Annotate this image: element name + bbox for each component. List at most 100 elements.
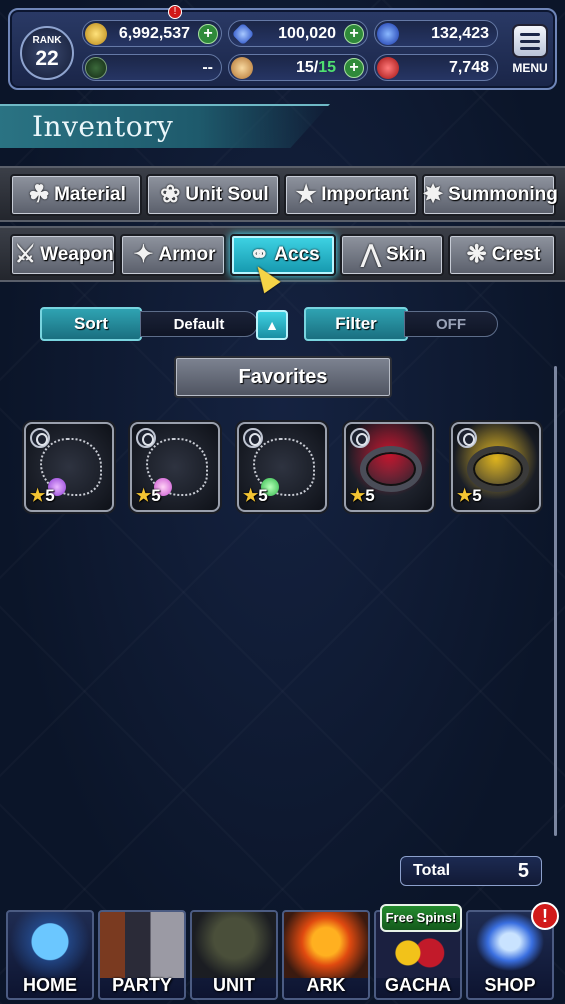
stamina-counter: 15/15 + bbox=[228, 54, 368, 81]
accessory-item[interactable]: ★5 bbox=[451, 422, 541, 512]
total-label: Total bbox=[413, 862, 451, 879]
menu-button[interactable]: MENU bbox=[508, 24, 552, 84]
sort-value-text: Default bbox=[173, 315, 225, 333]
nav-label: HOME bbox=[23, 975, 77, 995]
accessory-item[interactable]: ★5 bbox=[237, 422, 327, 512]
nav-unit[interactable]: UNIT bbox=[190, 910, 278, 1000]
tab-material[interactable]: ☘ Material bbox=[10, 174, 142, 216]
star-icon: ★ bbox=[295, 181, 317, 208]
tab-label: Material bbox=[54, 184, 126, 205]
stamina-icon bbox=[231, 56, 253, 79]
add-stamina-button[interactable]: + bbox=[344, 57, 364, 78]
stamina-current: 15 bbox=[295, 58, 314, 76]
rarity-badge: ★5 bbox=[457, 486, 482, 506]
accessory-item[interactable]: ★5 bbox=[344, 422, 434, 512]
shop-alert-icon: ! bbox=[531, 902, 559, 930]
filter-label: Filter bbox=[335, 314, 377, 333]
rarity-badge: ★5 bbox=[243, 486, 268, 506]
tab-accs[interactable]: ⚭ Accs bbox=[230, 234, 336, 276]
menu-icon bbox=[512, 24, 548, 58]
tab-important[interactable]: ★ Important bbox=[284, 174, 418, 216]
favorites-button[interactable]: Favorites bbox=[174, 356, 392, 398]
category-tabs-primary: ☘ Material ❀ Unit Soul ★ Important ✸ Sum… bbox=[0, 166, 565, 222]
nav-home[interactable]: HOME bbox=[6, 910, 94, 1000]
sword-icon: ⚔ bbox=[14, 241, 36, 268]
nav-ark[interactable]: ARK bbox=[282, 910, 370, 1000]
tab-label: Skin bbox=[385, 244, 427, 265]
summon-icon: ✸ bbox=[423, 181, 444, 208]
star-icon: ★ bbox=[350, 486, 366, 505]
stamina-max: 15 bbox=[318, 58, 336, 76]
accessory-item[interactable]: ★5 bbox=[130, 422, 220, 512]
rarity-badge: ★5 bbox=[350, 486, 375, 506]
blue-currency-value: 132,423 bbox=[431, 24, 489, 42]
sort-direction-button[interactable]: ▲ bbox=[256, 310, 288, 340]
tab-label: Summoning bbox=[448, 184, 558, 205]
free-spins-badge: Free Spins! bbox=[380, 904, 462, 932]
red-currency-value: 7,748 bbox=[448, 58, 489, 76]
tab-weapon[interactable]: ⚔ Weapon bbox=[10, 234, 116, 276]
guild-counter: -- bbox=[82, 54, 222, 81]
nav-label: GACHA bbox=[385, 975, 451, 995]
guild-emblem-icon bbox=[85, 56, 107, 79]
nav-party[interactable]: PARTY bbox=[98, 910, 186, 1000]
tab-unit-soul[interactable]: ❀ Unit Soul bbox=[146, 174, 280, 216]
page-title-banner: Inventory bbox=[0, 104, 330, 148]
status-bar: RANK 22 6,992,537 + 100,020 + 132,423 --… bbox=[8, 5, 557, 90]
red-currency-counter: 7,748 bbox=[374, 54, 498, 81]
star-icon: ★ bbox=[136, 486, 152, 505]
category-tabs-secondary: ⚔ Weapon ✦ Armor ⚭ Accs ⋀ Skin ❋ Crest bbox=[0, 226, 565, 282]
total-value: 5 bbox=[517, 859, 529, 882]
accessory-type-icon bbox=[136, 428, 156, 448]
scrollbar[interactable] bbox=[554, 366, 557, 836]
rarity-value: 5 bbox=[472, 486, 482, 505]
rarity-value: 5 bbox=[45, 486, 55, 505]
bottom-navigation: HOME PARTY UNIT ARK GACHA SHOP bbox=[0, 906, 565, 1004]
blue-currency-counter: 132,423 bbox=[374, 20, 498, 47]
tab-skin[interactable]: ⋀ Skin bbox=[340, 234, 444, 276]
nav-label: UNIT bbox=[213, 975, 255, 995]
gil-value: 6,992,537 bbox=[118, 24, 190, 42]
rarity-value: 5 bbox=[365, 486, 375, 505]
rank-label: RANK bbox=[32, 35, 62, 46]
rank-badge[interactable]: RANK 22 bbox=[20, 26, 74, 80]
sort-button[interactable]: Sort bbox=[40, 307, 142, 341]
accessory-item[interactable]: ★5 bbox=[24, 422, 114, 512]
tab-armor[interactable]: ✦ Armor bbox=[120, 234, 226, 276]
nav-label: PARTY bbox=[112, 975, 172, 995]
page-title: Inventory bbox=[32, 110, 174, 143]
tab-summoning[interactable]: ✸ Summoning bbox=[422, 174, 558, 216]
filter-value-text: OFF bbox=[436, 315, 466, 333]
accessory-type-icon bbox=[350, 428, 370, 448]
star-icon: ★ bbox=[30, 486, 46, 505]
tab-label: Weapon bbox=[40, 244, 114, 265]
rarity-badge: ★5 bbox=[30, 486, 55, 506]
add-lapis-button[interactable]: + bbox=[344, 23, 364, 44]
menu-label: MENU bbox=[512, 61, 548, 75]
stamina-alert-icon: ! bbox=[168, 5, 182, 19]
rarity-badge: ★5 bbox=[136, 486, 161, 506]
gil-counter: 6,992,537 + bbox=[82, 20, 222, 47]
tab-label: Crest bbox=[491, 244, 541, 265]
armor-icon: ✦ bbox=[133, 241, 154, 268]
blue-orb-icon bbox=[377, 22, 399, 45]
nav-label: SHOP bbox=[484, 975, 536, 995]
lapis-value: 100,020 bbox=[278, 24, 336, 42]
add-gil-button[interactable]: + bbox=[198, 23, 218, 44]
star-icon: ★ bbox=[243, 486, 259, 505]
nav-label: ARK bbox=[306, 975, 346, 995]
soul-icon: ❀ bbox=[160, 181, 181, 208]
tab-label: Accs bbox=[274, 244, 320, 265]
filter-value[interactable]: OFF bbox=[404, 311, 498, 337]
tab-label: Important bbox=[321, 184, 409, 205]
arrow-up-icon: ▲ bbox=[265, 317, 279, 333]
unit-icon bbox=[192, 912, 276, 978]
party-icon bbox=[100, 912, 184, 978]
lapis-counter: 100,020 + bbox=[228, 20, 368, 47]
filter-button[interactable]: Filter bbox=[304, 307, 408, 341]
crest-icon: ❋ bbox=[466, 241, 487, 268]
stamina-value: 15/15 bbox=[253, 59, 344, 77]
accessory-type-icon bbox=[457, 428, 477, 448]
sort-value[interactable]: Default bbox=[140, 311, 258, 337]
tab-crest[interactable]: ❋ Crest bbox=[448, 234, 556, 276]
